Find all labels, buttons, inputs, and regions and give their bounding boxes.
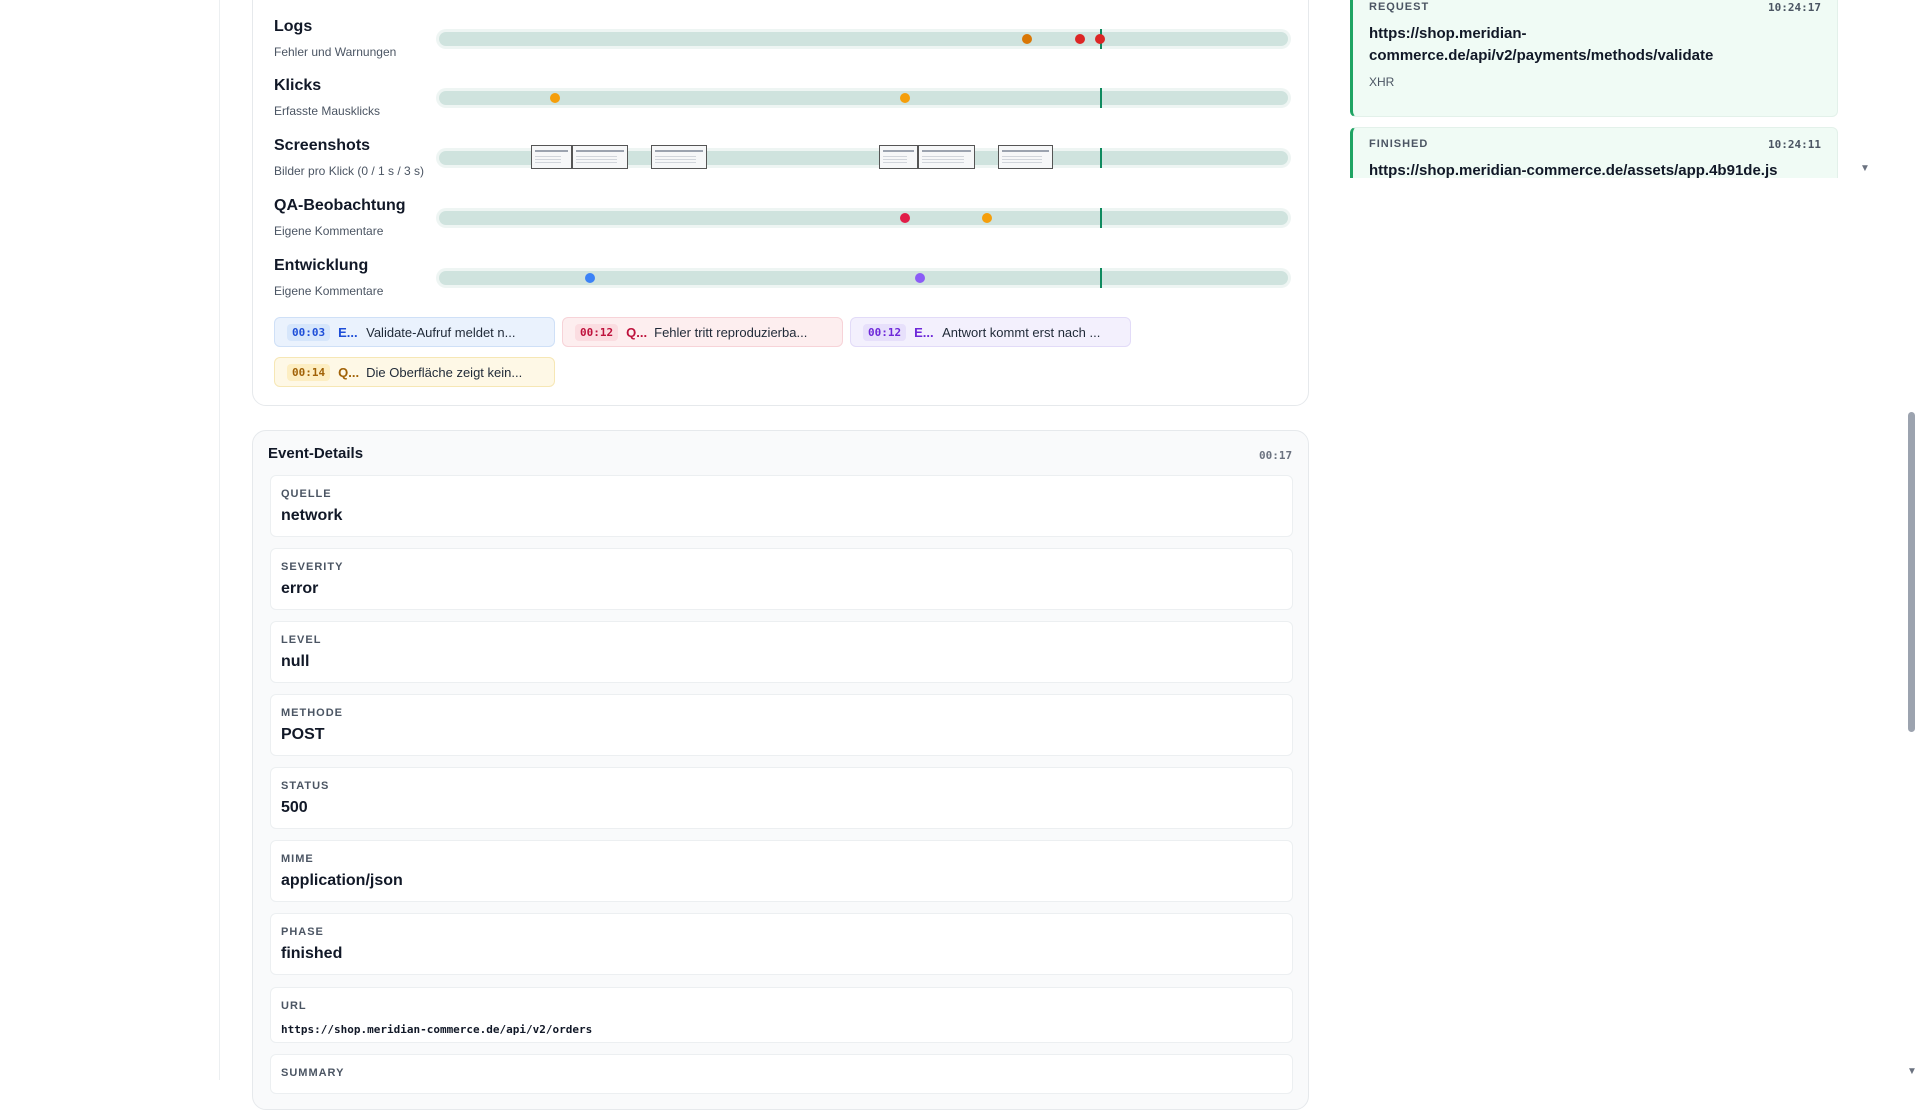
chip-author: E... (338, 324, 358, 340)
track-clicks: Klicks Erfasste Mausklicks (274, 77, 1290, 137)
event-marker[interactable] (1074, 34, 1085, 44)
detail-field-mime: MIME application/json (270, 840, 1293, 902)
field-label: SEVERITY (281, 561, 344, 573)
scroll-down-arrow-icon[interactable]: ▼ (1860, 163, 1870, 174)
playhead-marker (1099, 268, 1102, 288)
event-marker[interactable] (900, 213, 911, 223)
comment-chip[interactable]: 00:14 Q... Die Oberfläche zeigt kein... (274, 357, 555, 387)
track-title: Klicks (274, 77, 322, 94)
timeline-bar[interactable] (439, 29, 1288, 49)
field-value: POST (281, 726, 325, 743)
screenshot-thumbnail[interactable] (651, 145, 708, 169)
field-value: application/json (281, 872, 403, 889)
field-label: METHODE (281, 707, 343, 719)
track-title: Screenshots (274, 137, 371, 154)
detail-field-source: QUELLE network (270, 475, 1293, 537)
field-value: https://shop.meridian-commerce.de/api/v2… (281, 1023, 593, 1036)
left-divider (219, 0, 220, 1080)
playhead-marker (1099, 148, 1102, 168)
track-logs: Logs Fehler und Warnungen (274, 18, 1290, 78)
detail-field-url: URL https://shop.meridian-commerce.de/ap… (270, 987, 1293, 1043)
track-title: Logs (274, 18, 313, 35)
chip-timestamp: 00:12 (575, 323, 619, 341)
track-subtitle: Bilder pro Klick (0 / 1 s / 3 s) (274, 164, 425, 178)
event-marker[interactable] (1095, 34, 1106, 44)
timeline-bar[interactable] (439, 268, 1288, 288)
field-label: QUELLE (281, 488, 332, 500)
field-value: finished (281, 945, 343, 962)
event-marker[interactable] (981, 213, 992, 223)
field-label: MIME (281, 853, 314, 865)
comment-chip[interactable]: 00:12 E... Antwort kommt erst nach ... (850, 317, 1131, 347)
field-value: network (281, 507, 343, 524)
comment-chip[interactable]: 00:12 Q... Fehler tritt reproduzierba... (562, 317, 843, 347)
scroll-down-arrow-icon[interactable]: ▼ (1907, 1066, 1917, 1077)
event-details-time: 00:17 (1259, 449, 1293, 462)
track-development: Entwicklung Eigene Kommentare (274, 257, 1290, 317)
chip-author: Q... (626, 324, 648, 340)
field-value: null (281, 653, 310, 670)
network-item-kind: REQUEST (1369, 1, 1430, 13)
network-item-url: https://shop.meridian-commerce.de/api/v2… (1369, 25, 1714, 64)
network-item-kind: FINISHED (1369, 138, 1429, 150)
network-item-time: 10:24:11 (1768, 138, 1821, 151)
field-value: 500 (281, 799, 308, 816)
detail-field-severity: SEVERITY error (270, 548, 1293, 610)
screenshot-thumbnail[interactable] (530, 145, 573, 169)
track-subtitle: Eigene Kommentare (274, 284, 384, 298)
field-label: PHASE (281, 926, 324, 938)
field-label: STATUS (281, 780, 330, 792)
event-marker[interactable] (585, 273, 596, 283)
event-marker[interactable] (1022, 34, 1033, 44)
field-label: SUMMARY (281, 1067, 345, 1079)
track-subtitle: Fehler und Warnungen (274, 45, 397, 59)
chip-timestamp: 00:14 (287, 363, 331, 381)
timeline-bar[interactable] (439, 145, 1288, 169)
timeline-bar[interactable] (439, 88, 1288, 108)
screenshot-thumbnail[interactable] (572, 145, 629, 169)
chip-timestamp: 00:03 (287, 323, 331, 341)
screenshot-thumbnail[interactable] (917, 145, 975, 169)
track-screenshots: Screenshots Bilder pro Klick (0 / 1 s / … (274, 137, 1290, 197)
track-qa-observation: QA-Beobachtung Eigene Kommentare (274, 197, 1290, 257)
network-list[interactable]: REQUEST 10:24:17 https://shop.meridian-c… (1350, 0, 1850, 178)
field-value: error (281, 580, 319, 597)
detail-field-phase: PHASE finished (270, 913, 1293, 975)
chip-timestamp: 00:12 (863, 323, 907, 341)
playhead-marker (1099, 208, 1102, 228)
detail-field-level: LEVEL null (270, 621, 1293, 683)
field-label: URL (281, 1000, 307, 1012)
network-item[interactable]: FINISHED 10:24:11 https://shop.meridian-… (1350, 127, 1838, 178)
track-subtitle: Erfasste Mausklicks (274, 104, 381, 118)
comment-chip[interactable]: 00:03 E... Validate-Aufruf meldet n... (274, 317, 555, 347)
screenshot-thumbnail[interactable] (878, 145, 918, 169)
network-item-time: 10:24:17 (1768, 1, 1821, 14)
chip-text: Die Oberfläche zeigt kein... (366, 364, 523, 380)
playhead-marker (1099, 88, 1102, 108)
event-details-title: Event-Details (268, 445, 364, 462)
page-scrollbar[interactable] (1908, 412, 1915, 732)
event-marker[interactable] (915, 273, 926, 283)
chip-text: Fehler tritt reproduzierba... (654, 324, 808, 340)
chip-author: Q... (338, 364, 360, 380)
track-title: QA-Beobachtung (274, 197, 406, 214)
detail-field-method: METHODE POST (270, 694, 1293, 756)
network-item-url: https://shop.meridian-commerce.de/assets… (1369, 162, 1778, 178)
event-marker[interactable] (550, 93, 561, 103)
detail-field-summary: SUMMARY (270, 1054, 1293, 1094)
chip-text: Antwort kommt erst nach ... (942, 324, 1101, 340)
screenshot-thumbnail[interactable] (997, 145, 1053, 169)
track-title: Entwicklung (274, 257, 369, 274)
event-marker[interactable] (900, 93, 911, 103)
track-subtitle: Eigene Kommentare (274, 224, 384, 238)
timeline-bar[interactable] (439, 208, 1288, 228)
field-label: LEVEL (281, 634, 322, 646)
network-item[interactable]: REQUEST 10:24:17 https://shop.meridian-c… (1350, 0, 1838, 117)
chip-author: E... (914, 324, 934, 340)
chip-text: Validate-Aufruf meldet n... (366, 324, 516, 340)
network-item-type: XHR (1369, 75, 1395, 89)
detail-field-status: STATUS 500 (270, 767, 1293, 829)
